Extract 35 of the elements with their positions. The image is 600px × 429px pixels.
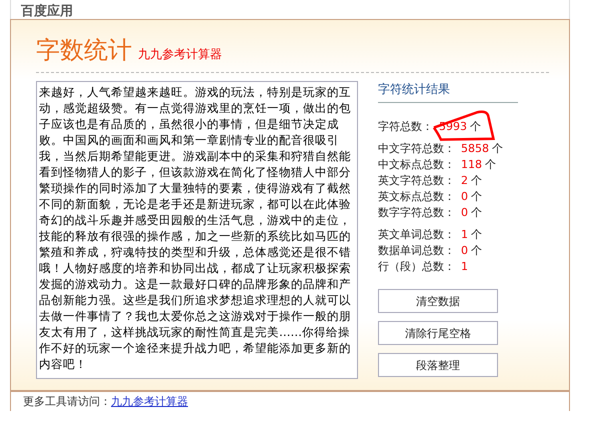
stat-unit: 个 <box>471 190 482 203</box>
text-input-field[interactable]: 来越好，人气希望越来越旺。游戏的玩法，特别是玩家的互动，感觉超级赞。有一点觉得游戏里的烹饪一项，做出的包子应该也是有品质的，虽然很小的事情，但是细节决定成败。中国风的画面和画风和第一章剧情专业的配音很吸引我，当然后期希望能更进。游戏副本中的采集和狩猎自然能看到怪物猎人的影子，但该款游戏在简化了怪物猎人中部分繁琐操作的同时添加了大量独特的要素，使得游戏有了截然不同的新面貌，无论是老手还是新进玩家，都可以在此体验奇幻的战斗乐趣并感受田园般的生活气息，游戏中的走位，技能的释放有很强的操作感，加之一些新的系统比如马匹的繁殖和养成，狩魂特技的类型和升级，总体感觉还是很不错哦！人物好感度的培养和协同出战，都成了让玩家积极探索发掘的游戏动力。这是一款最好口碑的品牌形象的品牌和产品创新能力强。这些是我们所追求梦想追求理想的人就可以去做一件事情了？我也太爱你总之这游戏对于操作一般的朋友太有用了，这样挑战玩家的耐性简直是完美……你得给操作不好的玩家一个途径来提升战力吧，希望能添加更多新的内容吧！ <box>36 81 358 379</box>
action-button[interactable]: 段落整理 <box>378 353 498 377</box>
tool-subtitle: 九九参考计算器 <box>138 46 222 63</box>
stat-label: 英文字符总数： <box>378 174 455 187</box>
tool-title: 字数统计 <box>36 35 132 66</box>
stat-unit: 个 <box>471 174 482 187</box>
action-button[interactable]: 清空数据 <box>378 289 498 313</box>
stat-unit: 个 <box>470 120 481 133</box>
action-button[interactable]: 清除行尾空格 <box>378 321 498 345</box>
stat-label: 数据单词总数： <box>378 244 455 257</box>
stat-label: 中文标点总数： <box>378 158 455 171</box>
stat-label: 数字字符总数： <box>378 206 455 219</box>
stat-label: 英文标点总数： <box>378 190 455 203</box>
stat-value: 0 <box>461 244 468 257</box>
stat-label: 英文单词总数： <box>378 228 455 241</box>
stat-value: 0 <box>461 190 468 203</box>
stat-value: 2 <box>461 174 468 187</box>
stat-value: 1 <box>461 260 468 273</box>
stat-unit: 个 <box>471 206 482 219</box>
stat-unit: 个 <box>471 244 482 257</box>
stat-value: 5858 <box>461 142 489 155</box>
results-heading: 字符统计结果 <box>378 81 518 103</box>
footer-text: 更多工具请访问： <box>23 395 111 408</box>
stat-value: 118 <box>461 158 482 171</box>
footer-link[interactable]: 九九参考计算器 <box>111 395 188 408</box>
stat-label: 中文字符总数： <box>378 142 455 155</box>
stat-label: 行（段）总数： <box>378 260 455 273</box>
stat-unit: 个 <box>492 142 503 155</box>
annotation-scribble <box>432 110 496 142</box>
stat-unit: 个 <box>485 158 496 171</box>
stat-unit: 个 <box>471 228 482 241</box>
stat-label: 字符总数： <box>378 120 433 133</box>
stat-value: 1 <box>461 228 468 241</box>
stat-value: 0 <box>461 206 468 219</box>
